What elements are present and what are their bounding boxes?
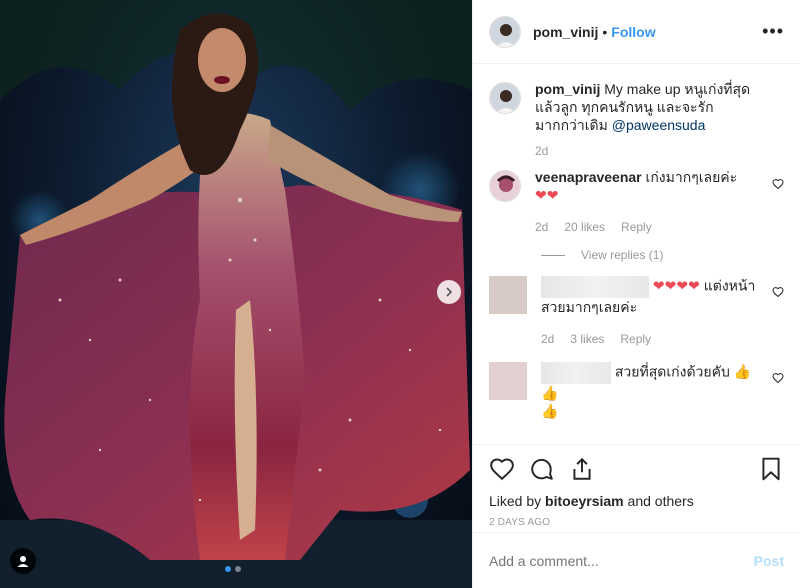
follow-button[interactable]: Follow: [611, 24, 655, 40]
comment-age: 2d: [535, 220, 549, 234]
post-photo[interactable]: [0, 0, 472, 588]
user-tag-button[interactable]: [10, 548, 36, 574]
add-comment-bar: Post: [473, 532, 800, 588]
comment-body: veenapraveenar เก่งมากๆเลยค่ะ ❤❤ 2d 20 l…: [535, 168, 784, 236]
comment-meta: 2d 20 likes Reply: [535, 218, 760, 236]
heart-icon[interactable]: [772, 286, 784, 298]
view-replies-line: [541, 254, 565, 256]
comment-body: สวยที่สุดเก่งด้วยคับ 👍👍 👍: [541, 362, 784, 420]
post-sidebar: pom_vinij • Follow ••• pom_vinij My make…: [472, 0, 800, 588]
comment-emoji: ❤❤❤❤: [652, 277, 700, 294]
caption-avatar-image: [490, 83, 520, 113]
liked-by: Liked by bitoeyrsiam and others: [489, 493, 784, 509]
comment-avatar-blurred[interactable]: [489, 276, 527, 314]
liked-by-prefix: Liked by: [489, 493, 542, 509]
liked-by-others[interactable]: and others: [628, 493, 694, 509]
caption-body: pom_vinij My make up หนูเก่งที่สุดแล้วลู…: [535, 80, 784, 160]
comment-username[interactable]: veenapraveenar: [535, 169, 642, 185]
comment-body: ❤❤❤❤ แต่งหน้าสวยมากๆเลยค่ะ 2d 3 likes Re…: [541, 276, 784, 348]
comment-age: 2d: [541, 332, 555, 346]
caption-meta: 2d: [535, 142, 760, 160]
comment-avatar-blurred[interactable]: [489, 362, 527, 400]
post-header: pom_vinij • Follow •••: [473, 0, 800, 64]
caption-mention[interactable]: @paweensuda: [612, 117, 706, 133]
header-separator: •: [602, 23, 608, 40]
view-replies-button[interactable]: View replies (1): [489, 248, 784, 262]
liked-by-user[interactable]: bitoeyrsiam: [545, 493, 624, 509]
reply-button[interactable]: Reply: [621, 218, 652, 236]
bookmark-icon[interactable]: [758, 456, 784, 482]
heart-icon[interactable]: [772, 372, 784, 384]
comment-avatar-image: [490, 171, 520, 201]
comments-section[interactable]: pom_vinij My make up หนูเก่งที่สุดแล้วลู…: [473, 64, 800, 444]
photo-scene: [0, 0, 472, 588]
reply-button[interactable]: Reply: [620, 330, 651, 348]
comment-avatar[interactable]: [489, 170, 521, 202]
more-icon[interactable]: •••: [762, 21, 784, 42]
carousel-dot: [235, 566, 241, 572]
share-icon[interactable]: [569, 456, 595, 482]
carousel-indicator: [225, 566, 241, 572]
comment-username-blurred[interactable]: [541, 362, 611, 384]
caption-age: 2d: [535, 144, 549, 158]
comment-emoji: 👍: [541, 403, 559, 419]
heart-icon[interactable]: [772, 178, 784, 190]
post-comment-button[interactable]: Post: [754, 553, 784, 569]
comment-item: สวยที่สุดเก่งด้วยคับ 👍👍 👍: [489, 362, 784, 420]
action-icons: [489, 453, 784, 485]
instagram-post: pom_vinij • Follow ••• pom_vinij My make…: [0, 0, 800, 588]
comment-likes[interactable]: 3 likes: [570, 330, 604, 348]
comment-meta: 2d 3 likes Reply: [541, 330, 760, 348]
author-avatar-image: [490, 16, 520, 47]
post-timestamp[interactable]: 2 DAYS AGO: [489, 517, 784, 528]
comment-input[interactable]: [489, 552, 754, 569]
next-image-button[interactable]: [437, 280, 461, 304]
comment-likes[interactable]: 20 likes: [564, 218, 605, 236]
heart-icon[interactable]: [489, 456, 515, 482]
view-replies-label: View replies (1): [581, 248, 664, 262]
chevron-right-icon: [446, 287, 453, 297]
comment-item: veenapraveenar เก่งมากๆเลยค่ะ ❤❤ 2d 20 l…: [489, 168, 784, 236]
comment-username-blurred[interactable]: [541, 276, 649, 298]
comment-item: ❤❤❤❤ แต่งหน้าสวยมากๆเลยค่ะ 2d 3 likes Re…: [489, 276, 784, 348]
caption: pom_vinij My make up หนูเก่งที่สุดแล้วลู…: [489, 80, 784, 160]
carousel-dot-active: [225, 566, 231, 572]
author-username[interactable]: pom_vinij: [533, 24, 598, 40]
post-actions: Liked by bitoeyrsiam and others 2 DAYS A…: [473, 444, 800, 532]
comment-text: สวยที่สุดเก่งด้วยคับ: [614, 363, 730, 380]
comment-icon[interactable]: [529, 456, 555, 482]
caption-avatar[interactable]: [489, 82, 521, 114]
user-tag-icon: [17, 556, 29, 567]
author-avatar[interactable]: [489, 15, 521, 48]
comment-emoji: ❤❤: [535, 187, 559, 203]
caption-username[interactable]: pom_vinij: [535, 81, 600, 97]
comment-text: เก่งมากๆเลยค่ะ: [645, 169, 738, 185]
